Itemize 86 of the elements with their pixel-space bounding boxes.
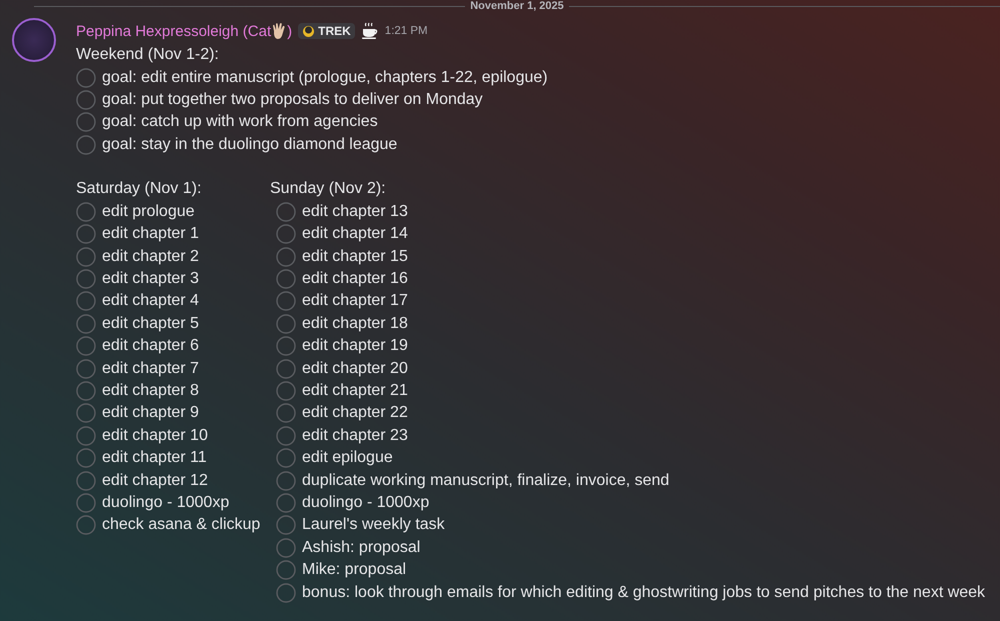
circle-icon (276, 470, 296, 491)
circle-icon (76, 470, 96, 491)
circle-icon (76, 90, 96, 110)
circle-icon (76, 403, 96, 424)
task-text: edit chapter 14 (302, 225, 408, 244)
timestamp: 1:21 PM (384, 25, 428, 37)
task-text: edit chapter 22 (302, 404, 408, 422)
task-text: edit chapter 9 (102, 404, 199, 422)
task-text: edit chapter 21 (302, 382, 408, 400)
circle-icon (76, 202, 96, 222)
circle-icon (276, 336, 296, 356)
circle-icon (76, 358, 96, 379)
server-tag[interactable]: TREK (298, 23, 355, 39)
circle-icon (276, 448, 296, 468)
author-name-end[interactable]: ) (287, 22, 292, 40)
task-text: Mike: proposal (302, 561, 406, 580)
task-text: duplicate working manuscript, finalize, invoice, send (302, 472, 670, 490)
circle-icon (76, 493, 96, 513)
circle-icon (76, 314, 96, 334)
message-heading: Weekend (Nov 1-2): (76, 45, 220, 65)
task-text: edit chapter 6 (102, 337, 199, 356)
task-text: goal: put together two proposals to deliver on Monday (102, 90, 483, 109)
task-text: edit epilogue (302, 449, 393, 468)
task-text: edit chapter 2 (102, 248, 199, 266)
task-text: edit chapter 5 (102, 314, 199, 333)
circle-icon (276, 403, 296, 424)
task-text: edit chapter 12 (102, 472, 208, 490)
task-text: goal: edit entire manuscript (prologue, chapters 1-22, epilogue) (102, 68, 548, 87)
task-text: edit chapter 23 (302, 426, 408, 445)
circle-icon (76, 515, 96, 536)
task-text: edit chapter 13 (302, 202, 408, 221)
task-text: Ashish: proposal (302, 538, 420, 557)
hand-icon (271, 22, 288, 40)
task-text: edit chapter 8 (102, 382, 199, 400)
circle-icon (276, 381, 296, 402)
circle-icon (76, 112, 96, 132)
circle-icon (76, 68, 96, 88)
circle-icon (276, 538, 296, 558)
task-text: edit chapter 19 (302, 337, 408, 356)
circle-icon (276, 426, 296, 446)
circle-icon (276, 224, 296, 244)
task-text: edit chapter 17 (302, 292, 408, 310)
circle-icon (276, 314, 296, 334)
task-text: goal: stay in the duolingo diamond league (102, 136, 398, 154)
task-text: edit chapter 10 (102, 426, 208, 445)
circle-icon (76, 291, 96, 312)
task-text: edit prologue (102, 202, 195, 221)
circle-icon (276, 515, 296, 536)
avatar[interactable] (12, 18, 56, 62)
coffee-cup-icon (360, 22, 379, 40)
task-text: edit chapter 16 (302, 270, 408, 288)
circle-icon (76, 246, 96, 267)
circle-icon (76, 269, 96, 290)
task-text: check asana & clickup (102, 516, 260, 534)
task-text: Laurel's weekly task (302, 516, 445, 534)
circle-icon (276, 358, 296, 379)
task-text: edit chapter 18 (302, 314, 408, 333)
circle-icon (76, 224, 96, 244)
circle-icon (76, 336, 96, 356)
date-divider-label: November 1, 2025 (469, 0, 565, 12)
task-text: edit chapter 4 (102, 292, 199, 310)
task-text: edit chapter 7 (102, 360, 199, 378)
task-text: edit chapter 20 (302, 360, 408, 378)
task-text: duolingo - 1000xp (302, 494, 430, 512)
circle-icon (76, 426, 96, 446)
task-text: bonus: look through emails for which editing & ghostwriting jobs to send pitches to the next week (302, 584, 986, 602)
task-text: edit chapter 15 (302, 248, 408, 266)
task-text: edit chapter 11 (102, 449, 207, 468)
task-text: duolingo - 1000xp (102, 494, 230, 512)
task-text: edit chapter 1 (102, 225, 199, 244)
circle-icon (276, 560, 296, 580)
task-text: goal: catch up with work from agencies (102, 113, 378, 132)
author-name[interactable]: Peppina Hexpressoleigh (Cat (76, 22, 272, 40)
day-heading: Sunday (Nov 2): (270, 179, 387, 200)
circle-icon (76, 448, 96, 468)
circle-icon (76, 381, 96, 402)
circle-icon (276, 291, 296, 312)
circle-icon (76, 134, 96, 155)
circle-icon (276, 582, 296, 603)
circle-icon (276, 202, 296, 222)
circle-icon (276, 269, 296, 290)
crescent-icon (302, 24, 316, 38)
day-heading: Saturday (Nov 1): (76, 179, 202, 200)
task-text: edit chapter 3 (102, 270, 199, 288)
circle-icon (276, 493, 296, 513)
circle-icon (276, 246, 296, 267)
